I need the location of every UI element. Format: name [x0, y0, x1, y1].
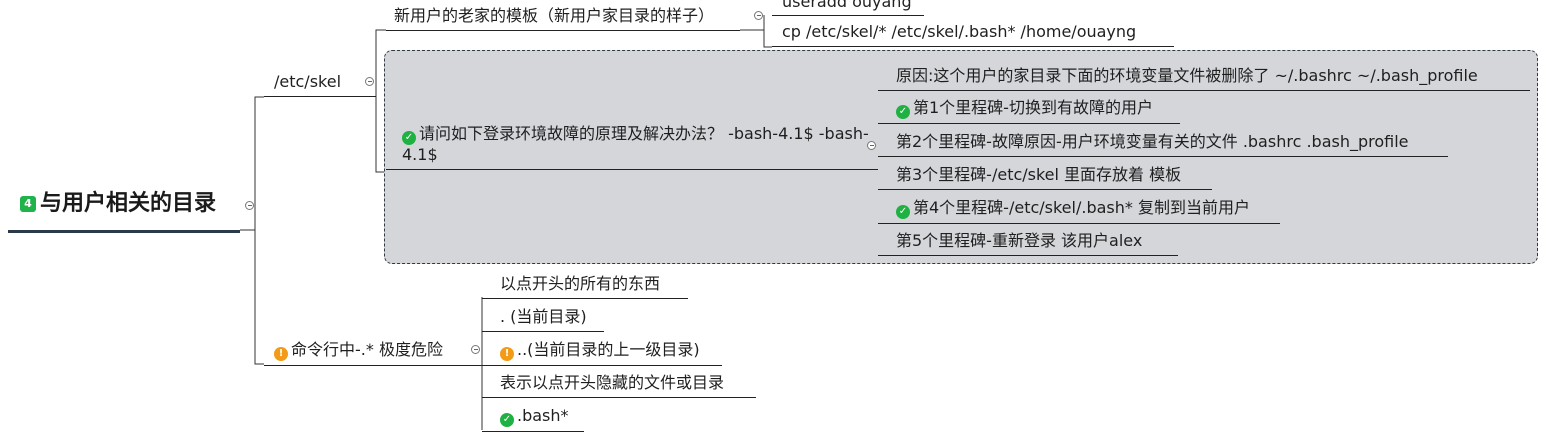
check-icon: ✓	[500, 413, 514, 427]
danger-item[interactable]: 以点开头的所有的东西	[482, 274, 688, 299]
danger-connectors	[481, 297, 483, 430]
danger-item[interactable]: 表示以点开头隐藏的文件或目录	[482, 373, 756, 398]
danger-item[interactable]: . (当前目录)	[482, 307, 604, 332]
warning-icon: !	[500, 347, 514, 361]
danger-item[interactable]: ! ..(当前目录的上一级目录)	[482, 340, 722, 366]
danger-item[interactable]: ✓ .bash*	[482, 406, 584, 432]
